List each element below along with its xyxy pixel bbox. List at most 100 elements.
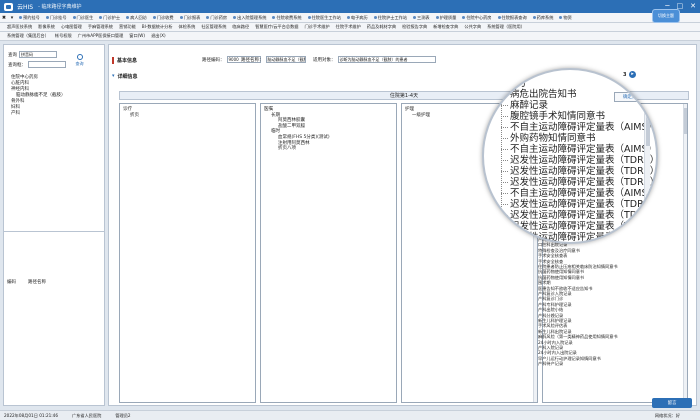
collapse-icon[interactable]: ▾	[112, 73, 115, 79]
toolbar1-item[interactable]: 电子病历	[344, 15, 371, 21]
search-button-label: 查询	[75, 61, 84, 66]
toolbar2-item[interactable]: 超声医技系统	[4, 24, 35, 30]
column-code[interactable]: 编码	[7, 279, 16, 285]
module-toolbar-1: ✖ ▾ 预约挂号 门诊挂号 门诊医生 门诊护士 病人回访 门诊收费 门诊报表 门诊药房 出入院管…	[0, 13, 700, 23]
record-item[interactable]: 不自主运动障碍评定量表（AIMS）	[496, 144, 656, 155]
record-item[interactable]: 迟发性运动障碍评定量表（TDRS）	[496, 210, 656, 221]
toolbar3-item[interactable]: 退出(X)	[148, 33, 169, 39]
module-toolbar-2: 超声医技系统 影像系统 心电图管理 手麻管理系统 营销功能 BI-数据统计分析 体检系统 社区…	[0, 23, 700, 32]
toolbar1-item[interactable]: 门诊报表	[177, 15, 204, 21]
collapse-box-icon[interactable]: −	[496, 79, 503, 87]
orders-tree: 医嘱 长期 阿莫西林胶囊 盐酸二甲双胍 临时 血常规(FHS 5分类)(测试) 注射用阿莫西…	[264, 107, 330, 152]
toolbar1-item[interactable]: 病人回访	[123, 15, 150, 21]
toolbar1-item[interactable]: 住院护士工作站	[371, 15, 410, 21]
toolbar3-item[interactable]: 帐号权限	[52, 33, 75, 39]
toolbar1-item[interactable]: 三测表	[410, 15, 433, 21]
toolbar1-item[interactable]: 护理质量	[433, 15, 460, 21]
confirm-select-button[interactable]: 确定选择	[614, 92, 650, 102]
message-button[interactable]: 留言	[652, 398, 692, 408]
search-button[interactable]: 查询	[74, 54, 85, 70]
record-item[interactable]: 外购药物知情同意书	[496, 133, 656, 144]
search-icon	[76, 54, 83, 60]
scope-input[interactable]: 诊断为脑动静脉血不足（截肢）的患者	[337, 56, 436, 63]
close-tab-icon[interactable]: ✖	[0, 15, 8, 21]
record-item[interactable]: 腹腔镜手术知情同意书	[496, 111, 656, 122]
toolbar1-item[interactable]: 门诊药房	[203, 15, 230, 21]
records-scrollbar[interactable]	[683, 104, 687, 402]
toolbar2-item[interactable]: 营销功能	[116, 24, 139, 30]
toolbar1-item[interactable]: 住院医生工作站	[305, 15, 344, 21]
detail-info-header: ▾ 详细信息	[112, 71, 138, 81]
toolbar2-item[interactable]: 体检系统	[176, 24, 199, 30]
toolbar2-item[interactable]: 手麻管理系统	[85, 24, 116, 30]
toolbar1-item[interactable]: 药库系统	[530, 15, 557, 21]
tree-node[interactable]: 折页	[123, 113, 139, 119]
record-item[interactable]: 迟发性运动障碍评定量表	[496, 232, 656, 242]
toolbar2-item[interactable]: 影像系统	[35, 24, 58, 30]
close-icon[interactable]: ✕	[690, 2, 696, 10]
toolbar3-item[interactable]: 广州市APP医保接口管理	[75, 33, 127, 39]
theme-switch-button[interactable]: 切换主题	[652, 9, 680, 23]
department-node[interactable]: 产科	[7, 111, 66, 117]
toolbar1-item[interactable]: 物资	[556, 15, 574, 21]
title-bar: 云HIS - 临床路径字典维护 ─ □ ✕	[0, 0, 700, 13]
toolbar2-item[interactable]: 检验报告字典	[399, 24, 430, 30]
query-label: 查询	[8, 52, 17, 58]
toolbar2-item[interactable]: 公共字典	[461, 24, 484, 30]
records-root-node[interactable]: − 病历	[496, 78, 656, 89]
app-subtitle: - 临床路径字典维护	[38, 4, 82, 10]
toolbar1-item[interactable]: 门诊挂号	[43, 15, 70, 21]
toolbar1-item[interactable]: 住院报表查询	[495, 15, 530, 21]
search-label: 查询框：	[8, 62, 26, 68]
tree-node[interactable]: 一级护理	[405, 113, 430, 119]
toolbar2-item[interactable]: BI-数据统计分析	[139, 24, 176, 30]
toolbar2-item[interactable]: 心电图管理	[58, 24, 85, 30]
record-list-item[interactable]: 产科待产记录	[538, 361, 632, 366]
toolbar2-item[interactable]: 新增检查字典	[430, 24, 461, 30]
next-page-icon[interactable]: ▸	[629, 71, 636, 78]
record-item[interactable]: 迟发性运动障碍评定量表（TDRS）	[496, 199, 656, 210]
magnified-records-tree: − 病历 病危出院告知书 麻醉记录 腹腔镜手术知情同意书 不自主运动障碍评定量表（AIM…	[496, 78, 656, 242]
record-item[interactable]: 不自主运动障碍评定量表（AIMS）	[496, 188, 656, 199]
query-type-select[interactable]: 拼音码	[19, 51, 57, 58]
toolbar2-item[interactable]: 社区管理系统	[198, 24, 229, 30]
toolbar2-item[interactable]: 门诊手术维护	[301, 24, 332, 30]
records-root-label: 病历	[506, 78, 526, 89]
toolbar2-item[interactable]: 智慧医疗/云平台总数据	[252, 24, 301, 30]
toolbar1-item[interactable]: 门诊医生	[70, 15, 97, 21]
toolbar2-item[interactable]: 临床路径	[229, 24, 252, 30]
toolbar2-item[interactable]: 系统管理（医院用）	[484, 24, 528, 30]
toolbar1-item[interactable]: 门诊收费	[150, 15, 177, 21]
scope-label: 适用对象：	[313, 57, 336, 63]
record-item[interactable]: 迟发性运动障碍评定量表（TDRS）	[496, 221, 656, 232]
department-tree: 住院中心药房 心脏内科 神经内科 脑动静脉瘘不足（截肢） 骨外科 妇科 产科	[7, 75, 66, 117]
record-list-item[interactable]: 麻醉风险（第一类精神药品使用知情同意书	[538, 334, 632, 339]
chevron-down-icon[interactable]: ▾	[8, 15, 16, 21]
divider	[4, 231, 104, 232]
record-item[interactable]: 迟发性运动障碍评定量表（TDRS）	[496, 166, 656, 177]
toolbar1-item[interactable]: 预约挂号	[16, 15, 43, 21]
detail-info-title: 详细信息	[117, 73, 138, 80]
tree-node[interactable]: 折页八项	[264, 146, 330, 152]
status-bar: 2022年08月01日 01:21:46 广东省人民医院 管理员2 网络状况：好	[0, 410, 700, 420]
search-input[interactable]	[28, 61, 66, 68]
record-item[interactable]: 迟发性运动障碍评定量表（TDRS）	[496, 155, 656, 166]
magnifier-lens: − 病历 病危出院告知书 麻醉记录 腹腔镜手术知情同意书 不自主运动障碍评定量表（AIM…	[482, 68, 658, 244]
toolbar3-item[interactable]: 系统管理（集团后台）	[4, 33, 52, 39]
path-name-input[interactable]: 脑动静脉血不足（截肢）	[265, 56, 306, 63]
toolbar2-item[interactable]: 住院手术维护	[333, 24, 364, 30]
magnified-scrollbar[interactable]	[644, 104, 650, 214]
toolbar1-item[interactable]: 出入院管理系统	[230, 15, 269, 21]
diagnosis-tree: 诊疗 折页	[123, 107, 139, 118]
nursing-tree: 护理 一级护理	[405, 107, 430, 118]
toolbar1-item[interactable]: 门诊护士	[96, 15, 123, 21]
column-path-name[interactable]: 路径名称	[28, 279, 46, 285]
basic-info-title: 基本信息	[117, 57, 138, 64]
status-datetime: 2022年08月01日 01:21:46	[4, 412, 59, 418]
toolbar2-item[interactable]: 药品及耗材字典	[364, 24, 399, 30]
toolbar3-item[interactable]: 窗口(W)	[126, 33, 148, 39]
record-item[interactable]: 不自主运动障碍评定量表（AIMS）	[496, 122, 656, 133]
toolbar1-item[interactable]: 住院收费系统	[269, 15, 304, 21]
record-item[interactable]: 迟发性运动障碍评定量表（TDRS）	[496, 177, 656, 188]
toolbar1-item[interactable]: 住院中心药房	[459, 15, 494, 21]
